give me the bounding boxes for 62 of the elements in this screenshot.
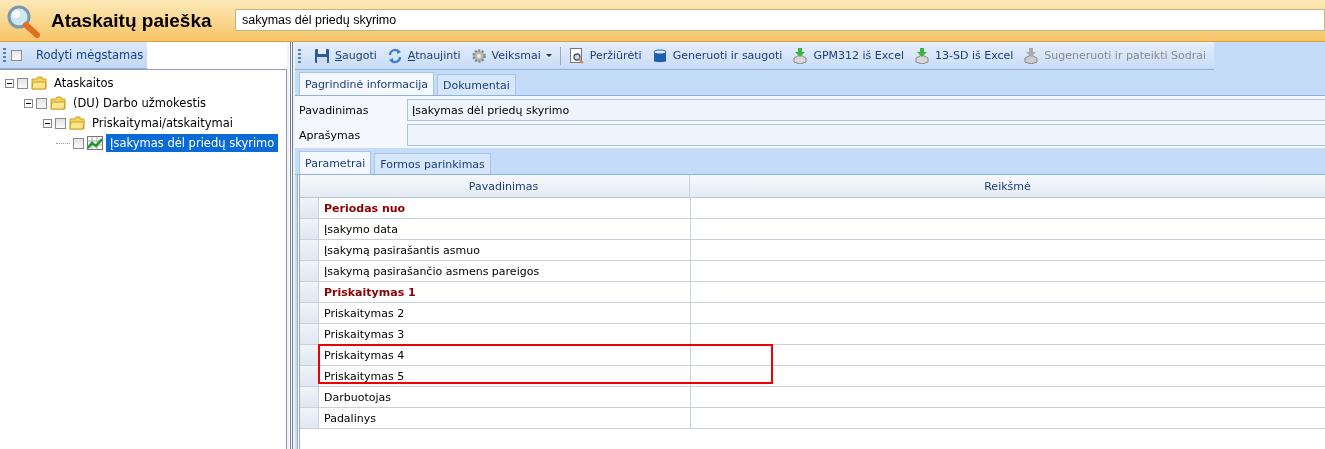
field-label: Pavadinimas: [299, 103, 370, 117]
tab[interactable]: Dokumentai: [437, 74, 516, 95]
toolbar-button[interactable]: Saugoti: [312, 45, 379, 66]
table-cell: Priskaitymas 3: [319, 324, 691, 344]
table-cell: Įsakymo data: [319, 219, 691, 239]
input-field[interactable]: Įsakymas dėl priedų skyrimo: [407, 99, 1325, 121]
collapse-icon[interactable]: [43, 118, 52, 128]
table-cell: Įsakymą pasirašančio asmens pareigos: [319, 261, 691, 281]
tree-item[interactable]: Ataskaitos: [50, 74, 118, 92]
toolbar-button[interactable]: Peržiūrėti: [566, 45, 644, 66]
column-header[interactable]: Reikšmė: [690, 175, 1325, 197]
row-selector[interactable]: [300, 366, 319, 386]
folder-icon: [50, 96, 66, 110]
gear-icon: [470, 47, 487, 64]
checkbox[interactable]: [17, 77, 28, 89]
tree-item[interactable]: Įsakymas dėl priedų skyrimo: [106, 134, 279, 152]
page-title: Ataskaitų paieška: [51, 9, 213, 32]
search-field[interactable]: sakymas dėl priedų skyrimo: [235, 8, 1325, 31]
table-cell: Priskaitymas 1: [319, 282, 691, 302]
input-field[interactable]: [407, 124, 1325, 146]
magnifier-icon: [6, 3, 40, 38]
checkbox[interactable]: [55, 117, 66, 129]
table-cell: Padalinys: [319, 408, 691, 428]
grip-icon: [298, 48, 301, 63]
checkbox[interactable]: [73, 137, 84, 149]
toolbar-button[interactable]: Generuoti ir saugoti: [649, 45, 785, 66]
import-icon: [914, 47, 930, 64]
table-cell: Priskaitymas 4: [319, 345, 691, 365]
tab[interactable]: Formos parinkimas: [374, 153, 491, 174]
toolbar-button[interactable]: Veiksmai: [468, 45, 554, 66]
tab[interactable]: Parametrai: [299, 151, 372, 174]
tree-item[interactable]: (DU) Darbo užmokestis: [69, 94, 211, 112]
folder-icon: [69, 116, 85, 130]
save-icon: [314, 47, 330, 64]
folder-icon: [31, 76, 47, 90]
toolbar-button[interactable]: GPM312 iš Excel: [790, 45, 906, 66]
column-header[interactable]: Pavadinimas: [318, 175, 690, 197]
refresh-icon: [386, 47, 403, 64]
import-icon: [792, 47, 809, 64]
table-cell: Periodas nuo: [319, 198, 691, 218]
chart-icon: [87, 136, 103, 150]
toolbar-button[interactable]: 13-SD iš Excel: [912, 45, 1016, 66]
preview-icon: [568, 47, 585, 64]
splitter-handle[interactable]: [287, 42, 295, 449]
table-cell: Darbuotojas: [319, 387, 691, 407]
import-icon: [1023, 47, 1040, 64]
toolbar-separator: [559, 46, 561, 65]
grip-icon: [3, 48, 6, 62]
tab[interactable]: Pagrindinė informacija: [299, 72, 434, 95]
table-cell: Įsakymą pasirašantis asmuo: [319, 240, 691, 260]
checkbox[interactable]: [11, 49, 22, 61]
table-cell: Priskaitymas 5: [319, 366, 691, 386]
favorites-toggle[interactable]: Rodyti mėgstamas: [11, 48, 144, 62]
table-cell: Priskaitymas 2: [319, 303, 691, 323]
checkbox[interactable]: [36, 97, 47, 109]
database-icon: [651, 47, 668, 64]
tree-item[interactable]: Priskaitymai/atskaitymai: [88, 114, 237, 132]
collapse-icon[interactable]: [5, 78, 14, 88]
dropdown-arrow-icon: [545, 54, 552, 57]
field-label: Aprašymas: [299, 128, 362, 142]
toolbar-button[interactable]: Atnaujinti: [384, 45, 463, 66]
collapse-icon[interactable]: [24, 98, 33, 108]
